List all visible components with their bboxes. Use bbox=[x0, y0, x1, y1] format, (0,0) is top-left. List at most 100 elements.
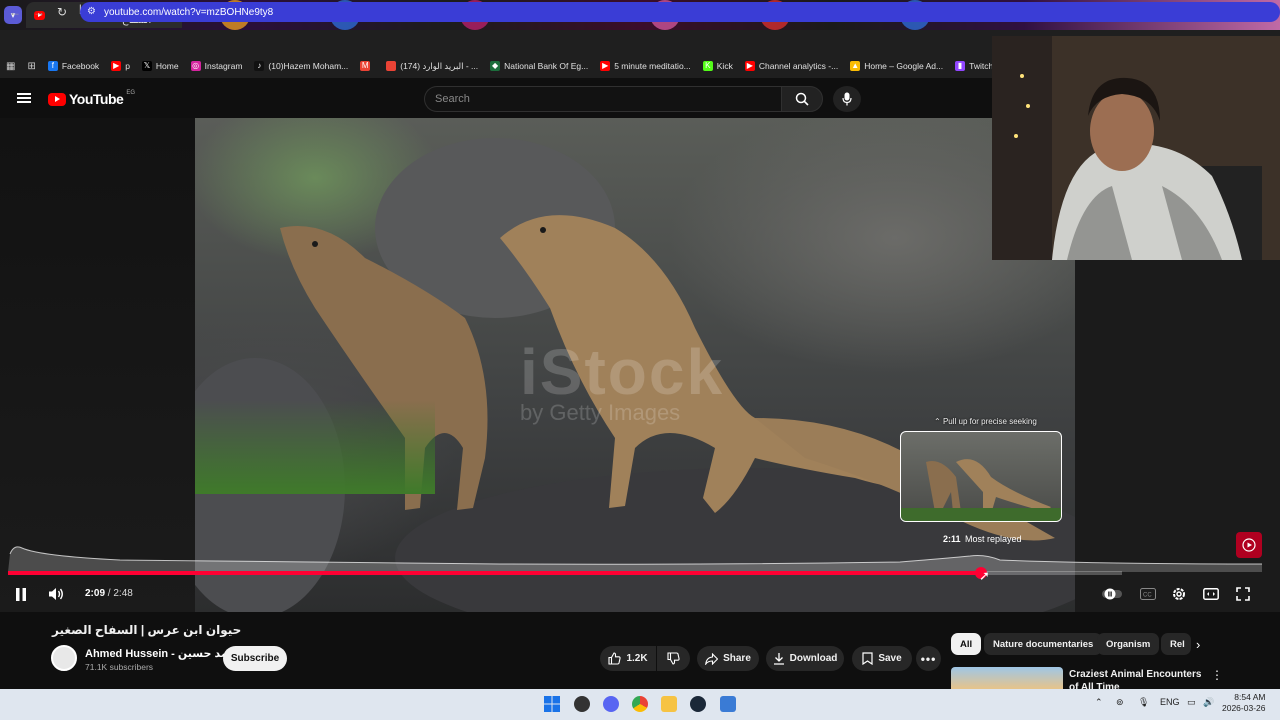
bookmark-label: Facebook bbox=[61, 61, 100, 71]
filter-chip[interactable]: Nature documentaries bbox=[984, 633, 1103, 655]
subscribe-button[interactable]: Subscribe bbox=[223, 646, 287, 671]
pause-icon bbox=[16, 587, 26, 601]
forward-arrow-icon[interactable]: → bbox=[33, 5, 45, 19]
progress-played bbox=[8, 571, 981, 575]
volume-tray-icon[interactable]: 🔊 bbox=[1203, 697, 1214, 708]
bookmark-label: Home – Google Ad... bbox=[864, 61, 944, 71]
bookmark-label: Kick bbox=[716, 61, 733, 71]
watermark-subtext: by Getty Images bbox=[520, 400, 681, 425]
filter-chip[interactable]: Rel bbox=[1161, 633, 1191, 655]
voice-search-button[interactable] bbox=[833, 86, 861, 112]
file-explorer-icon[interactable] bbox=[661, 696, 677, 712]
reload-icon[interactable]: ↻ bbox=[57, 5, 67, 19]
bookmark-item[interactable]: 𝕏 Home bbox=[141, 61, 179, 72]
microphone-tray-icon[interactable]: 🎙 bbox=[1138, 697, 1149, 708]
recommended-video-thumbnail[interactable] bbox=[951, 667, 1063, 689]
bookmark-favicon-icon: ▶ bbox=[744, 61, 755, 71]
tray-overflow-icon[interactable]: ⌃ bbox=[1095, 697, 1103, 708]
bookmark-item[interactable]: ◎ Instagram bbox=[190, 61, 243, 72]
theater-icon bbox=[1203, 588, 1219, 600]
bookmark-item[interactable]: (174) البريد الوارد - ... bbox=[386, 61, 478, 72]
bookmark-favicon-icon: f bbox=[47, 61, 58, 71]
download-label: Download bbox=[789, 653, 838, 664]
country-code: EG bbox=[126, 90, 135, 96]
channel-name[interactable]: Ahmed Hussein - احمد حسين bbox=[85, 647, 240, 660]
duration: 2:48 bbox=[113, 588, 133, 599]
theater-mode-button[interactable] bbox=[1202, 586, 1220, 602]
bookmark-favicon-icon: ▮ bbox=[955, 61, 966, 71]
thumbs-down-icon bbox=[667, 652, 680, 665]
filter-chip[interactable]: Organism bbox=[1097, 633, 1160, 655]
bookmark-item[interactable]: ▶ p bbox=[111, 61, 130, 72]
save-button[interactable]: Save bbox=[852, 646, 912, 671]
subscriber-count: 71.1K subscribers bbox=[85, 662, 154, 672]
download-button[interactable]: Download bbox=[766, 646, 844, 671]
bookmark-item[interactable]: K Kick bbox=[702, 61, 733, 72]
bookmark-item[interactable]: ▲ Home – Google Ad... bbox=[850, 61, 943, 72]
bookmark-item[interactable]: f Facebook bbox=[47, 61, 100, 72]
bookmark-item[interactable]: ◆ National Bank Of Eg... bbox=[490, 61, 588, 72]
recommendation-menu-icon[interactable]: ⋮ bbox=[1211, 668, 1223, 682]
recommended-video-title[interactable]: Craziest Animal Encounters of All Time bbox=[1069, 668, 1204, 690]
discord-app-icon[interactable] bbox=[603, 696, 619, 712]
fullscreen-button[interactable] bbox=[1234, 585, 1252, 603]
url-input[interactable]: youtube.com/watch?v=mzBOHNe9ty8 bbox=[80, 2, 1280, 22]
autoplay-toggle[interactable] bbox=[1102, 586, 1122, 602]
pause-button[interactable] bbox=[12, 585, 30, 603]
search-button[interactable] bbox=[781, 86, 823, 112]
site-settings-icon[interactable]: ⚙ bbox=[87, 6, 96, 17]
bookmark-favicon-icon: ♪ bbox=[254, 61, 265, 71]
bookmark-icon bbox=[862, 652, 873, 665]
webcam-overlay bbox=[992, 36, 1280, 260]
obs-app-icon[interactable] bbox=[574, 696, 590, 712]
bookmarks-grid-icon[interactable]: ⊞ bbox=[27, 61, 35, 72]
chevron-right-icon[interactable]: › bbox=[1196, 637, 1200, 652]
bookmark-item[interactable]: ♪ (10)Hazem Moham... bbox=[254, 61, 348, 72]
bookmark-item[interactable]: ▶ Channel analytics -... bbox=[744, 61, 838, 72]
monitor-app-icon[interactable] bbox=[720, 696, 736, 712]
subtitles-button[interactable]: CC bbox=[1139, 586, 1157, 602]
bookmark-favicon-icon: 𝕏 bbox=[141, 61, 152, 71]
display-icon[interactable]: ▭ bbox=[1187, 697, 1196, 708]
channel-avatar[interactable] bbox=[51, 645, 77, 671]
share-icon bbox=[705, 652, 719, 665]
streamer-webcam-image bbox=[992, 36, 1280, 260]
filter-chip[interactable]: All bbox=[951, 633, 982, 655]
bookmark-favicon-icon: ▲ bbox=[850, 61, 861, 71]
bookmark-item[interactable]: ▶ 5 minute meditatio... bbox=[600, 61, 691, 72]
preview-frame-image bbox=[901, 459, 1061, 521]
video-title: حيوان ابن عرس | السفاح الصغير bbox=[52, 623, 242, 637]
youtube-play-icon bbox=[48, 92, 66, 106]
bookmark-label: Twitch bbox=[969, 61, 994, 71]
system-clock[interactable]: 8:54 AM 2026-03-26 bbox=[1222, 692, 1265, 714]
steam-app-icon[interactable] bbox=[690, 696, 706, 712]
bookmark-label: Instagram bbox=[204, 61, 243, 71]
channel-watermark-subscribe[interactable] bbox=[1236, 532, 1262, 558]
windows-start-icon[interactable] bbox=[544, 696, 560, 712]
search-input[interactable]: Search bbox=[424, 86, 782, 112]
volume-button[interactable] bbox=[46, 585, 66, 603]
like-button[interactable]: 1.2K bbox=[600, 646, 656, 671]
network-icon[interactable]: ⊚ bbox=[1116, 697, 1124, 708]
grass-decoration bbox=[195, 400, 435, 494]
more-actions-button[interactable]: ••• bbox=[916, 646, 941, 671]
bookmark-favicon-icon: ▶ bbox=[600, 61, 611, 71]
bookmark-favicon-icon: K bbox=[702, 61, 713, 71]
back-arrow-icon[interactable]: ← bbox=[9, 5, 21, 19]
apps-grid-icon[interactable]: ▦ bbox=[6, 61, 15, 72]
settings-button[interactable] bbox=[1170, 585, 1188, 603]
share-button[interactable]: Share bbox=[697, 646, 759, 671]
youtube-logo[interactable]: YouTube EG bbox=[48, 90, 135, 107]
bookmark-item[interactable]: ▮ Twitch bbox=[955, 61, 993, 72]
expand-icon bbox=[1236, 587, 1250, 601]
seek-hint-text: Pull up for precise seeking bbox=[942, 417, 1037, 426]
volume-icon bbox=[49, 588, 63, 600]
autoplay-icon bbox=[1102, 588, 1122, 600]
bookmark-item[interactable]: M bbox=[360, 61, 374, 72]
dislike-button[interactable] bbox=[657, 646, 690, 671]
menu-icon[interactable] bbox=[17, 93, 31, 103]
bookmark-favicon-icon: ◆ bbox=[490, 61, 501, 71]
language-indicator[interactable]: ENG bbox=[1160, 697, 1180, 707]
chrome-app-icon[interactable] bbox=[632, 696, 648, 712]
bookmark-label: p bbox=[125, 61, 130, 71]
